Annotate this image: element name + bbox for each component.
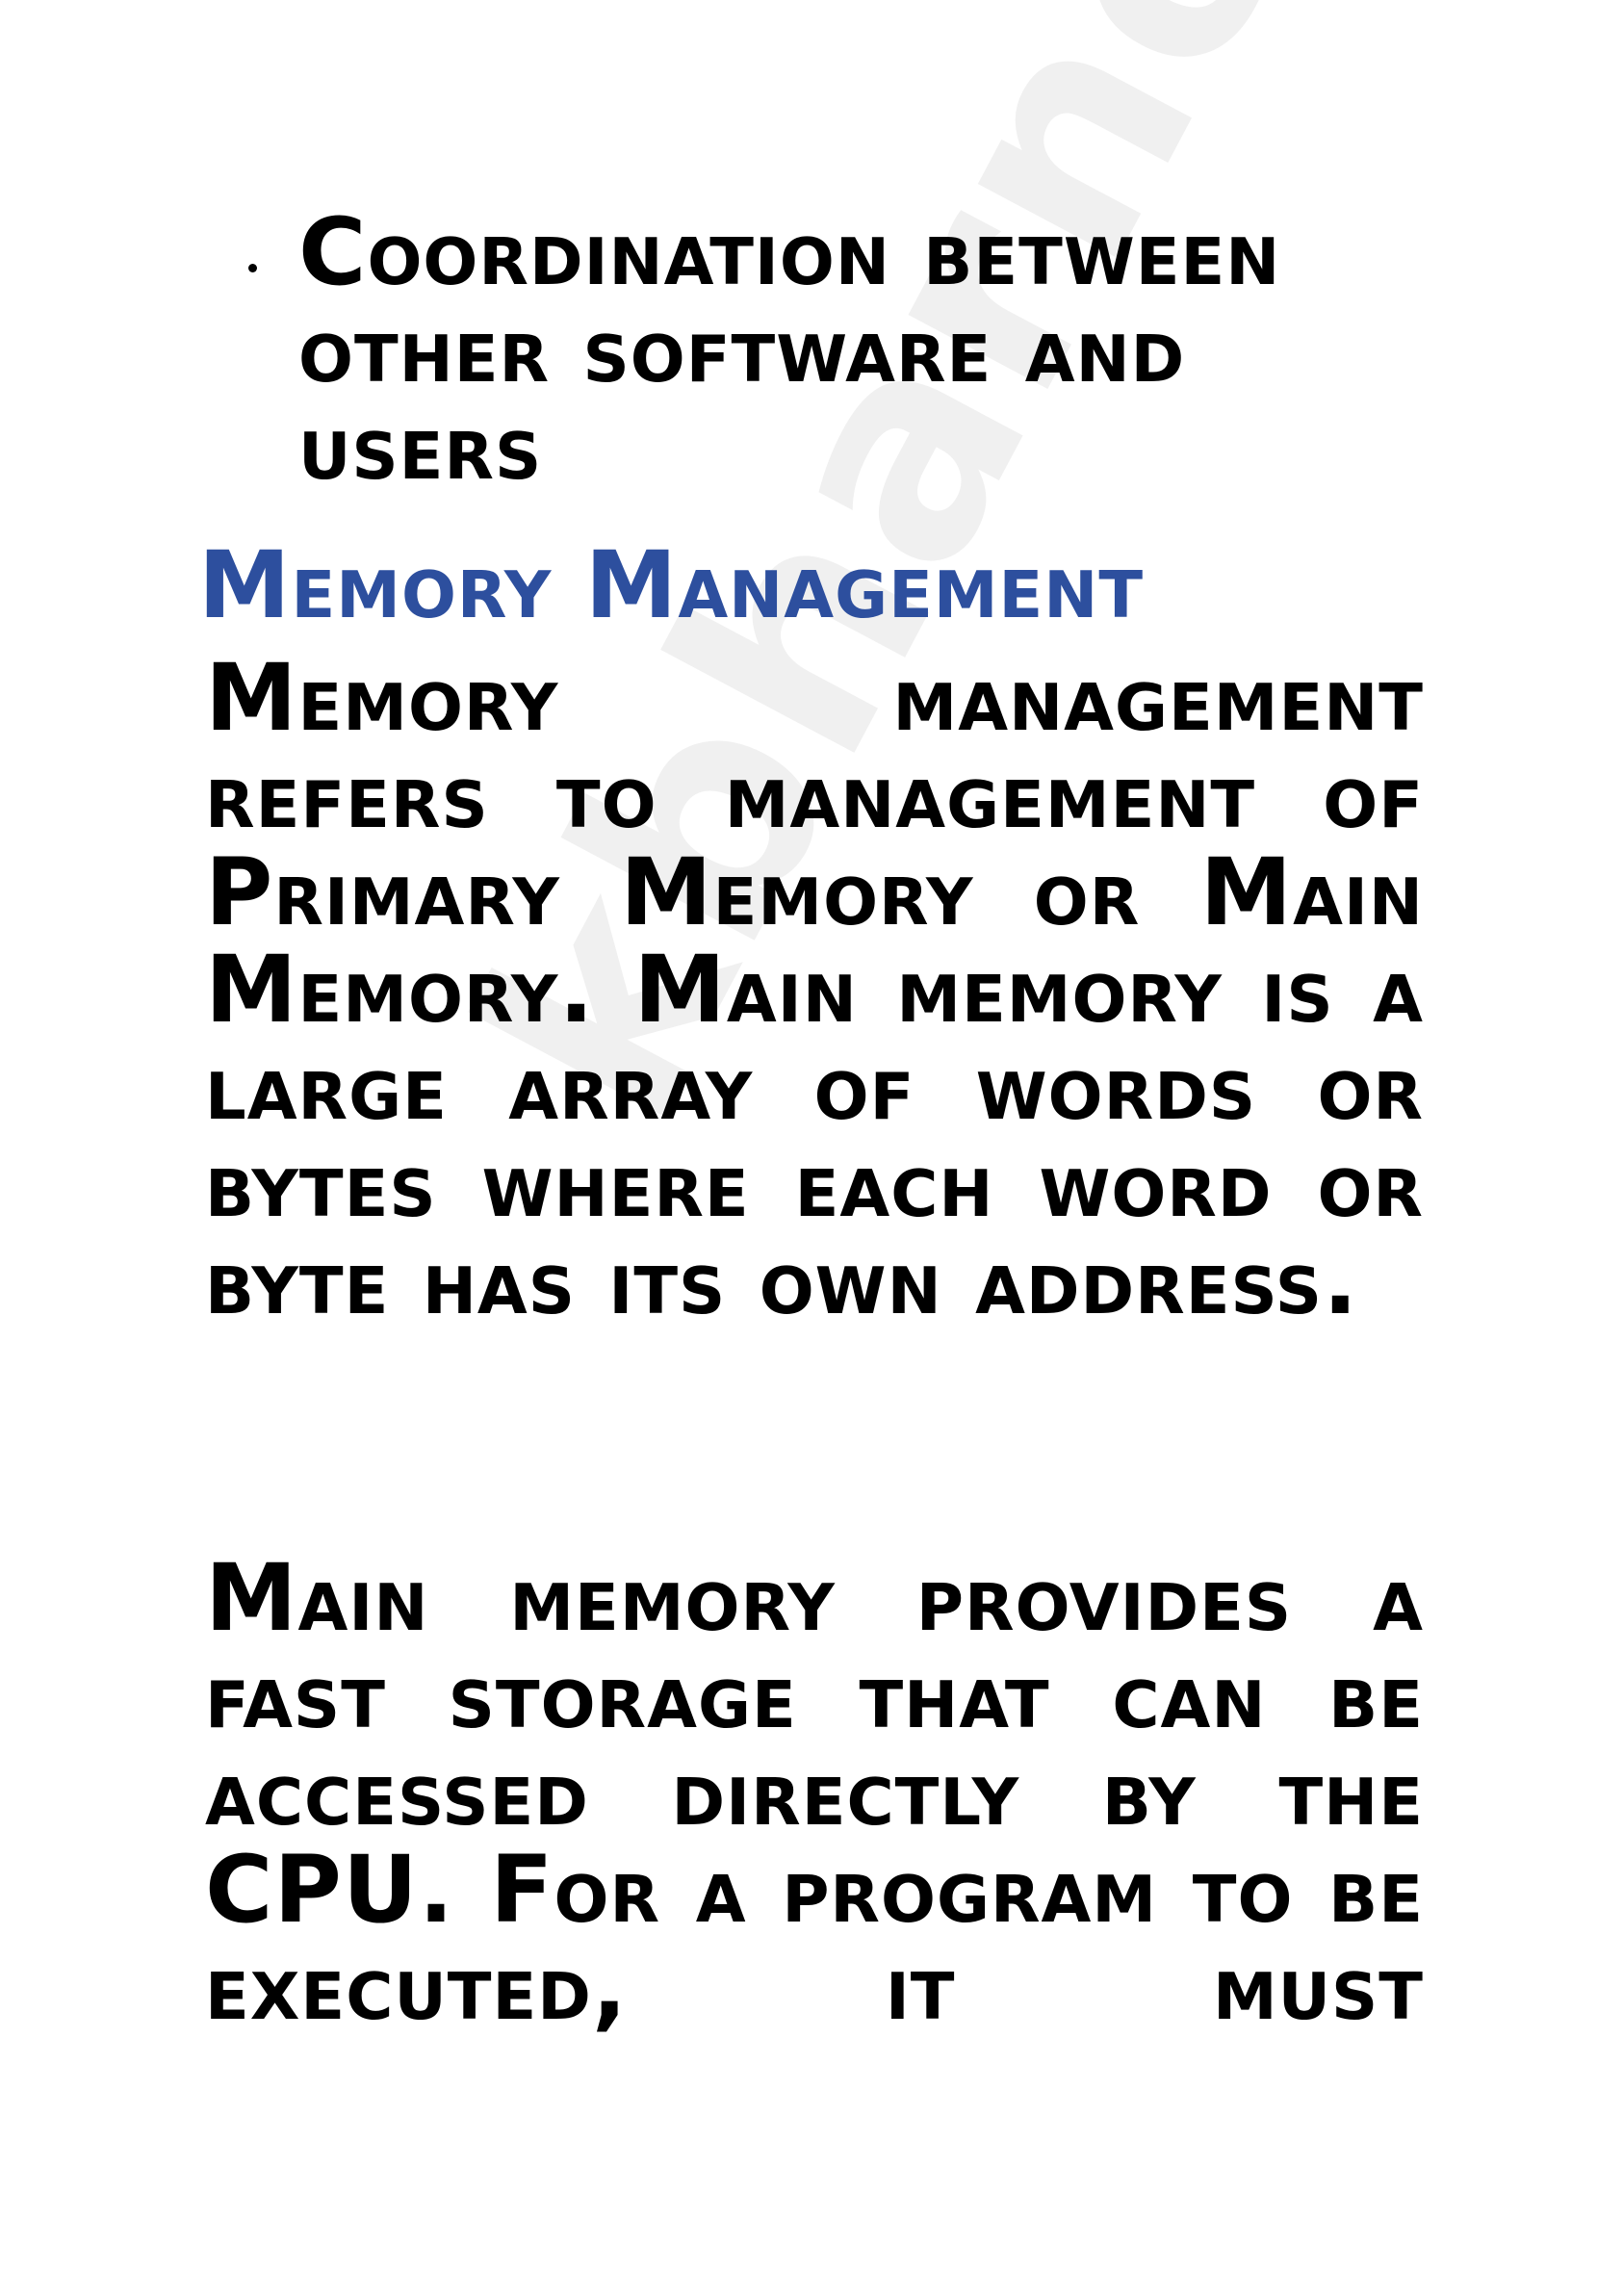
document-page: kbharnotes Coordination between other so…	[0, 0, 1623, 2296]
section-heading: Memory Management	[198, 531, 1145, 639]
bullet-item-text: Coordination between other software and …	[298, 198, 1281, 501]
bullet-dot-icon	[248, 264, 257, 272]
body-paragraph: Memory management refers to management o…	[205, 644, 1424, 1335]
body-paragraph: Main memory provides a fast storage that…	[205, 1544, 1424, 2041]
